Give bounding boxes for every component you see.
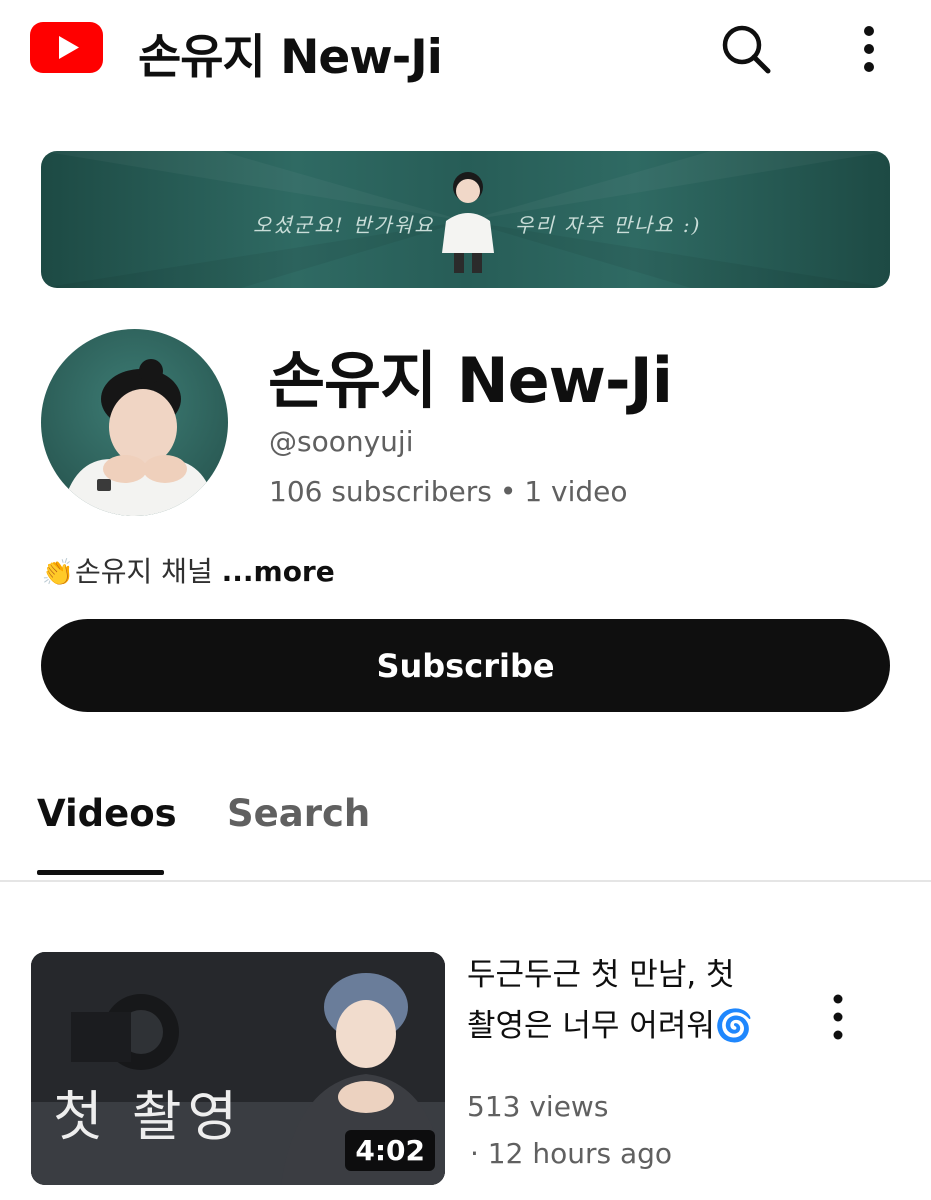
tab-search[interactable]: Search bbox=[227, 792, 370, 835]
channel-name: 손유지 New-Ji bbox=[268, 344, 673, 417]
video-thumbnail[interactable]: 첫 촬영 4:02 bbox=[31, 952, 445, 1185]
search-icon[interactable] bbox=[718, 22, 772, 76]
video-count: 1 video bbox=[524, 475, 628, 508]
video-age: · 12 hours ago bbox=[470, 1137, 673, 1170]
channel-tabs: Videos Search bbox=[0, 770, 931, 882]
video-views: 513 views bbox=[467, 1090, 609, 1123]
banner-greeting-text: 오셨군요! 반가워요 bbox=[253, 213, 435, 237]
video-list-item[interactable]: 첫 촬영 4:02 두근두근 첫 만남, 첫 촬영은 너무 어려워🌀 bbox=[0, 950, 931, 1200]
avatar-portrait-image bbox=[61, 359, 216, 516]
banner-farewell-text: 우리 자주 만나요 :) bbox=[515, 213, 702, 237]
video-title-text: 두근두근 첫 만남, 첫 촬영은 너무 어려워 bbox=[467, 957, 735, 1044]
tab-videos[interactable]: Videos bbox=[37, 792, 177, 835]
active-tab-indicator bbox=[37, 870, 164, 875]
top-app-bar: 손유지 New-Ji bbox=[0, 0, 931, 100]
channel-description[interactable]: 👏손유지 채널 ...more bbox=[41, 550, 335, 590]
more-vert-icon[interactable] bbox=[826, 993, 850, 1041]
channel-avatar[interactable] bbox=[41, 329, 228, 516]
top-bar-title: 손유지 New-Ji bbox=[138, 30, 443, 85]
channel-handle: @soonyuji bbox=[269, 425, 414, 458]
video-title[interactable]: 두근두근 첫 만남, 첫 촬영은 너무 어려워🌀 bbox=[467, 950, 757, 1052]
youtube-play-icon[interactable] bbox=[30, 22, 103, 73]
channel-banner: 오셨군요! 반가워요 우리 자주 만나요 :) bbox=[41, 151, 890, 288]
description-text: 손유지 채널 bbox=[75, 555, 213, 588]
video-duration: 4:02 bbox=[345, 1130, 435, 1171]
banner-portrait-image bbox=[442, 172, 494, 273]
subscribe-button[interactable]: Subscribe bbox=[41, 619, 890, 712]
channel-stats: 106 subscribers • 1 video bbox=[269, 475, 628, 508]
more-link[interactable]: ...more bbox=[222, 555, 335, 588]
subscriber-count: 106 subscribers bbox=[269, 475, 492, 508]
thumbnail-caption: 첫 촬영 bbox=[53, 1085, 244, 1148]
stats-separator: • bbox=[499, 475, 517, 508]
clapping-hands-icon: 👏 bbox=[41, 558, 75, 588]
more-vert-icon[interactable] bbox=[852, 22, 886, 76]
cyclone-icon: 🌀 bbox=[714, 1008, 754, 1044]
